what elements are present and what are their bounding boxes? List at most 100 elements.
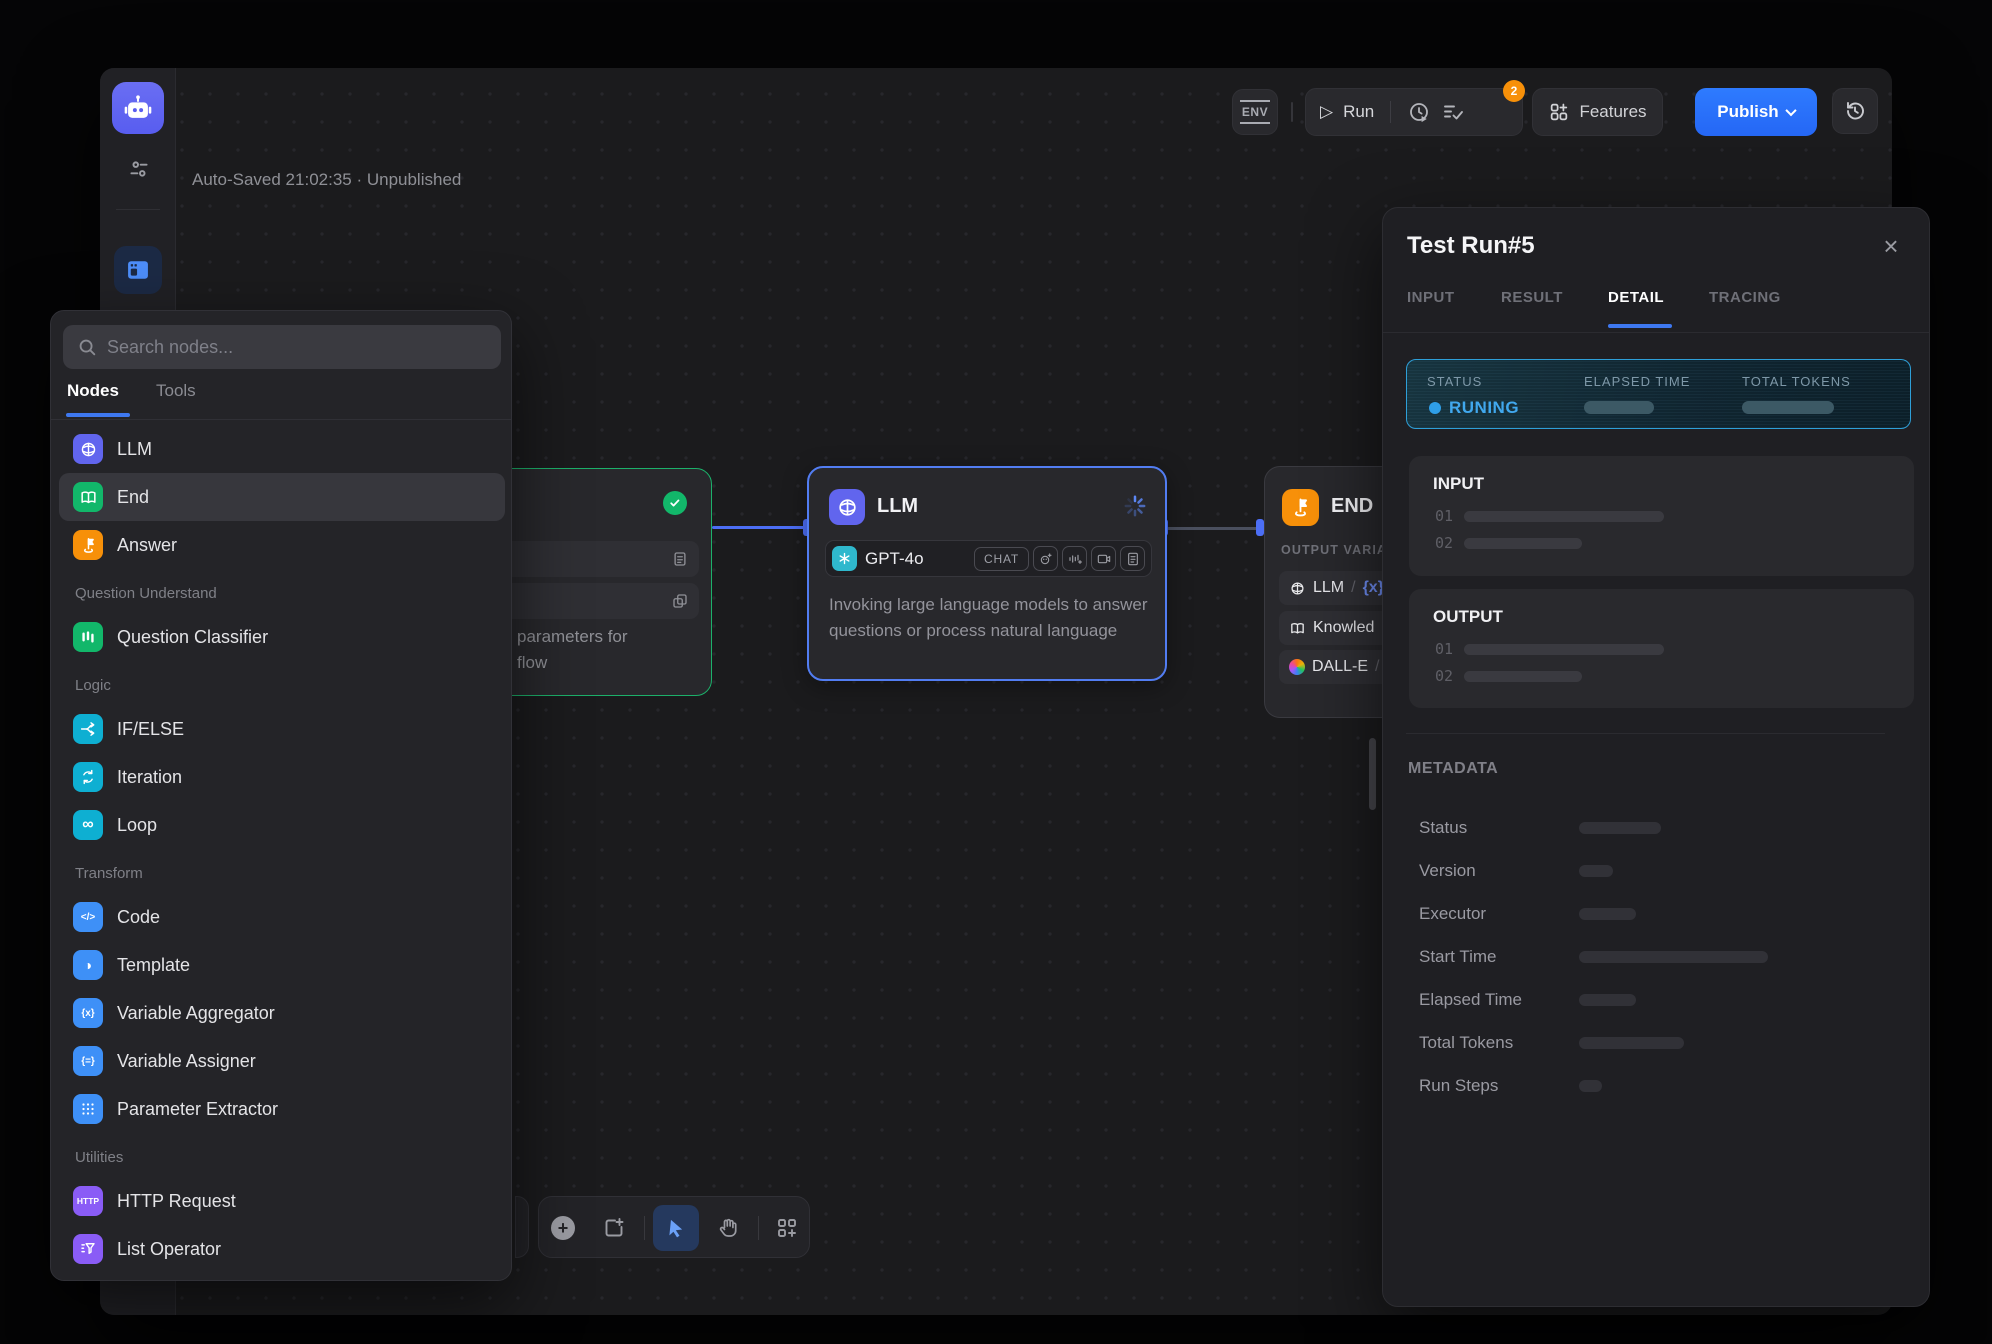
llm-icon	[73, 434, 103, 464]
history-icon	[1843, 99, 1867, 123]
env-icon: ENV	[1240, 100, 1270, 124]
knowledge-book-icon	[1289, 620, 1306, 637]
model-selector[interactable]: GPT-4o CHAT	[825, 540, 1152, 577]
iteration-icon	[73, 762, 103, 792]
run-button[interactable]: Run	[1343, 102, 1374, 122]
topbar-divider	[1291, 102, 1293, 122]
status-label: STATUS	[1427, 374, 1482, 389]
node-item-if-else[interactable]: IF/ELSE	[51, 705, 511, 753]
end-node-input-handle[interactable]	[1256, 519, 1264, 536]
toolbar-divider	[758, 1216, 759, 1240]
node-item-iteration[interactable]: Iteration	[51, 753, 511, 801]
skeleton-bar	[1579, 865, 1613, 877]
llm-node-title: LLM	[877, 495, 918, 518]
end-node-title: END	[1331, 495, 1373, 518]
success-check-icon	[663, 491, 687, 515]
skeleton-bar	[1579, 1080, 1602, 1092]
skeleton-bar	[1584, 401, 1654, 414]
code-icon: </>	[73, 902, 103, 932]
openai-logo-icon	[832, 546, 857, 571]
tab-nodes[interactable]: Nodes	[67, 381, 119, 401]
env-variables-button[interactable]: ENV	[1232, 89, 1278, 135]
end-icon	[73, 482, 103, 512]
row-index: 01	[1435, 507, 1453, 525]
tab-input[interactable]: INPUT	[1407, 289, 1455, 306]
metadata-row: Status	[1383, 806, 1929, 849]
skeleton-bar	[1579, 1037, 1684, 1049]
metadata-row: Start Time	[1383, 935, 1929, 978]
skeleton-bar	[1464, 644, 1664, 655]
tabs-divider	[1383, 332, 1929, 333]
features-grid-icon	[1548, 101, 1570, 123]
sidebar-workflow-window-icon[interactable]	[114, 246, 162, 294]
run-history-clock-icon[interactable]	[1407, 100, 1431, 124]
node-item-loop[interactable]: ∞ Loop	[51, 801, 511, 849]
tabs-divider	[51, 419, 511, 420]
node-item-list-operator[interactable]: List Operator	[51, 1225, 511, 1273]
features-label: Features	[1579, 102, 1646, 122]
running-status-value: RUNING	[1449, 398, 1519, 418]
start-node-description-line1: parameters for	[517, 627, 628, 647]
tab-detail[interactable]: DETAIL	[1608, 289, 1664, 306]
edge-start-to-llm	[712, 526, 808, 529]
variable-aggregator-icon: {x}	[73, 998, 103, 1028]
if-else-icon	[73, 714, 103, 744]
node-item-parameter-extractor[interactable]: Parameter Extractor	[51, 1085, 511, 1133]
metadata-row: Version	[1383, 849, 1929, 892]
tab-result[interactable]: RESULT	[1501, 289, 1563, 306]
node-item-question-classifier[interactable]: Question Classifier	[51, 613, 511, 661]
node-item-end[interactable]: End	[59, 473, 505, 521]
features-button[interactable]: Features	[1532, 88, 1663, 136]
skeleton-bar	[1742, 401, 1834, 414]
cursor-icon	[665, 1217, 687, 1239]
skeleton-bar	[1464, 538, 1582, 549]
node-item-answer[interactable]: Answer	[51, 521, 511, 569]
output-variables-label: OUTPUT VARIA	[1281, 543, 1387, 557]
active-tab-underline	[1608, 324, 1672, 328]
publish-button[interactable]: Publish	[1695, 88, 1817, 136]
active-tab-underline	[66, 413, 130, 417]
edge-llm-to-end	[1167, 527, 1260, 530]
node-item-code[interactable]: </> Code	[51, 893, 511, 941]
node-item-llm[interactable]: LLM	[51, 425, 511, 473]
section-transform: Transform	[51, 849, 511, 893]
scrollbar-thumb[interactable]	[1369, 738, 1376, 810]
input-card: INPUT 01 02	[1409, 456, 1914, 576]
video-capability-icon	[1091, 546, 1116, 571]
add-note-icon[interactable]	[602, 1216, 626, 1240]
variable-separator: /	[1375, 658, 1379, 676]
list-operator-icon	[73, 1234, 103, 1264]
node-item-template[interactable]: ◑ Template	[51, 941, 511, 989]
section-question-understand: Question Understand	[51, 569, 511, 613]
chat-tag: CHAT	[974, 547, 1029, 571]
start-node-description-line2: flow	[517, 653, 547, 673]
llm-node[interactable]: LLM GPT-4o CHAT	[807, 466, 1167, 681]
search-input[interactable]	[63, 325, 501, 369]
node-item-variable-aggregator[interactable]: {x} Variable Aggregator	[51, 989, 511, 1037]
document-icon	[671, 550, 689, 568]
row-index: 02	[1435, 667, 1453, 685]
run-status-banner: STATUS ELAPSED TIME TOTAL TOKENS RUNING	[1406, 359, 1911, 429]
tab-tools[interactable]: Tools	[156, 381, 196, 401]
checklist-icon[interactable]	[1441, 100, 1465, 124]
node-item-variable-assigner[interactable]: {=} Variable Assigner	[51, 1037, 511, 1085]
zoom-toolbar-fragment	[515, 1196, 529, 1258]
skeleton-bar	[1579, 822, 1661, 834]
document-capability-icon	[1120, 546, 1145, 571]
tab-tracing[interactable]: TRACING	[1709, 289, 1781, 306]
node-item-http-request[interactable]: HTTP HTTP Request	[51, 1177, 511, 1225]
skeleton-bar	[1464, 511, 1664, 522]
app-logo-robot-icon[interactable]	[112, 82, 164, 134]
organize-nodes-button[interactable]	[775, 1216, 799, 1240]
sidebar-settings-sliders-icon[interactable]	[122, 152, 156, 186]
pointer-mode-button[interactable]	[653, 1205, 699, 1251]
vision-capability-icon	[1033, 546, 1058, 571]
add-node-button[interactable]: +	[551, 1216, 575, 1240]
metadata-row: Total Tokens	[1383, 1021, 1929, 1064]
run-button-group: ▷ Run	[1305, 88, 1523, 136]
close-icon[interactable]: ×	[1875, 230, 1907, 262]
loading-spinner-icon	[1122, 493, 1148, 519]
skeleton-bar	[1579, 908, 1636, 920]
version-history-button[interactable]	[1832, 88, 1878, 134]
hand-mode-button[interactable]	[716, 1216, 740, 1240]
